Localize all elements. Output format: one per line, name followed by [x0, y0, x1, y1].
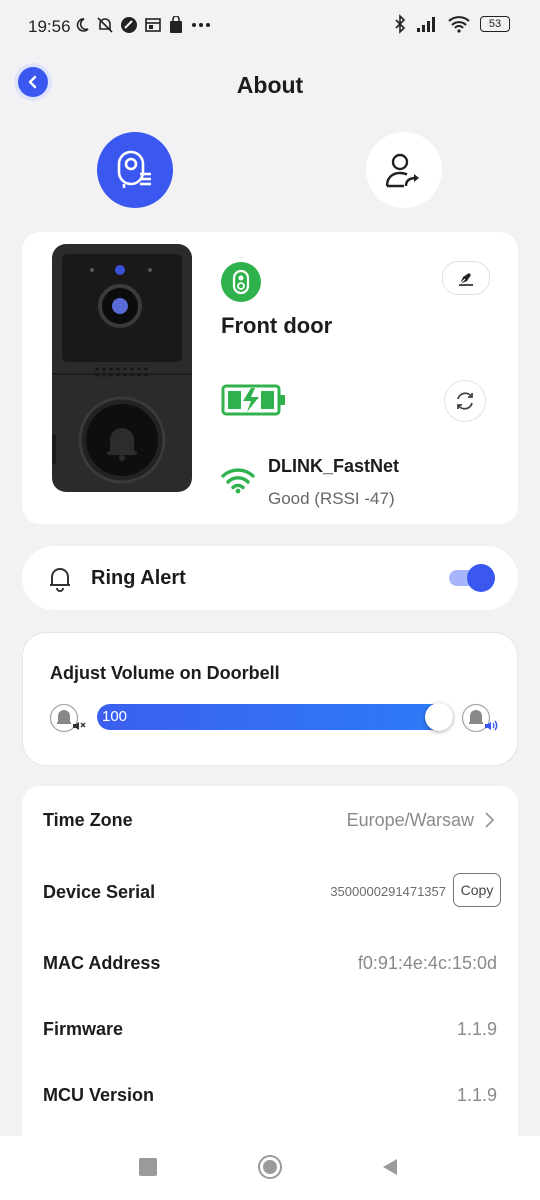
- battery-indicator: 53: [480, 16, 510, 32]
- home-button[interactable]: [258, 1155, 282, 1179]
- volume-mute-icon: [49, 703, 86, 733]
- doorbell-camera-image: [52, 244, 192, 492]
- volume-value: 100: [102, 708, 128, 725]
- bell-icon: [50, 568, 70, 592]
- more-icon: [192, 23, 210, 27]
- chevron-right-icon[interactable]: [484, 810, 496, 830]
- refresh-button[interactable]: [444, 380, 486, 422]
- copy-serial-button[interactable]: Copy: [453, 873, 501, 907]
- doorbell-icon: [232, 269, 250, 295]
- system-icons: 53: [394, 14, 510, 34]
- device-info-tab[interactable]: [97, 132, 173, 208]
- notification-icons: [74, 16, 212, 34]
- signal-icon: [417, 17, 435, 32]
- refresh-icon: [457, 392, 473, 410]
- share-device-tab[interactable]: [366, 132, 442, 208]
- moon-icon: [76, 18, 89, 32]
- device-serial-label: Device Serial: [43, 882, 156, 902]
- app-icon: [121, 17, 137, 33]
- device-serial-value: 3500000291471357: [330, 884, 446, 899]
- ring-alert-label: Ring Alert: [91, 567, 186, 589]
- page-title: About: [236, 72, 304, 98]
- wifi-status-icon: [448, 16, 470, 33]
- device-online-badge: [221, 262, 261, 302]
- volume-card: [22, 632, 518, 766]
- doorbell-list-icon: [117, 150, 151, 188]
- recents-button[interactable]: [139, 1158, 157, 1176]
- volume-slider[interactable]: 100: [97, 703, 453, 731]
- time-zone-label: Time Zone: [43, 810, 133, 830]
- wifi-signal-icon: [221, 468, 255, 494]
- calendar-icon: [145, 18, 161, 32]
- wifi-network-name: DLINK_FastNet: [268, 456, 400, 476]
- volume-loud-icon: [461, 703, 498, 733]
- status-time: 19:56: [28, 17, 71, 36]
- mcu-version-value: 1.1.9: [456, 1085, 497, 1105]
- ring-alert-toggle[interactable]: [449, 564, 495, 592]
- pen-icon: [459, 273, 473, 286]
- status-bar: 19:56 53: [0, 0, 540, 56]
- battery-charging-icon: [221, 384, 285, 416]
- mac-address-label: MAC Address: [43, 953, 161, 973]
- volume-slider-thumb[interactable]: [425, 703, 453, 731]
- firmware-value: 1.1.9: [456, 1019, 497, 1039]
- volume-title: Adjust Volume on Doorbell: [50, 663, 280, 683]
- mcu-version-label: MCU Version: [43, 1085, 155, 1105]
- device-name: Front door: [221, 313, 333, 338]
- no-sound-icon: [97, 17, 113, 33]
- mac-address-value: f0:91:4e:4c:15:0d: [357, 953, 497, 973]
- time-zone-value[interactable]: Europe/Warsaw: [347, 810, 474, 831]
- user-share-icon: [385, 153, 419, 188]
- bluetooth-icon: [395, 14, 406, 34]
- wifi-signal-status: Good (RSSI -47): [268, 489, 395, 508]
- back-triangle-icon[interactable]: [381, 1158, 399, 1176]
- firmware-label: Firmware: [43, 1019, 124, 1039]
- edit-name-button[interactable]: [442, 261, 490, 295]
- bag-icon: [170, 16, 182, 33]
